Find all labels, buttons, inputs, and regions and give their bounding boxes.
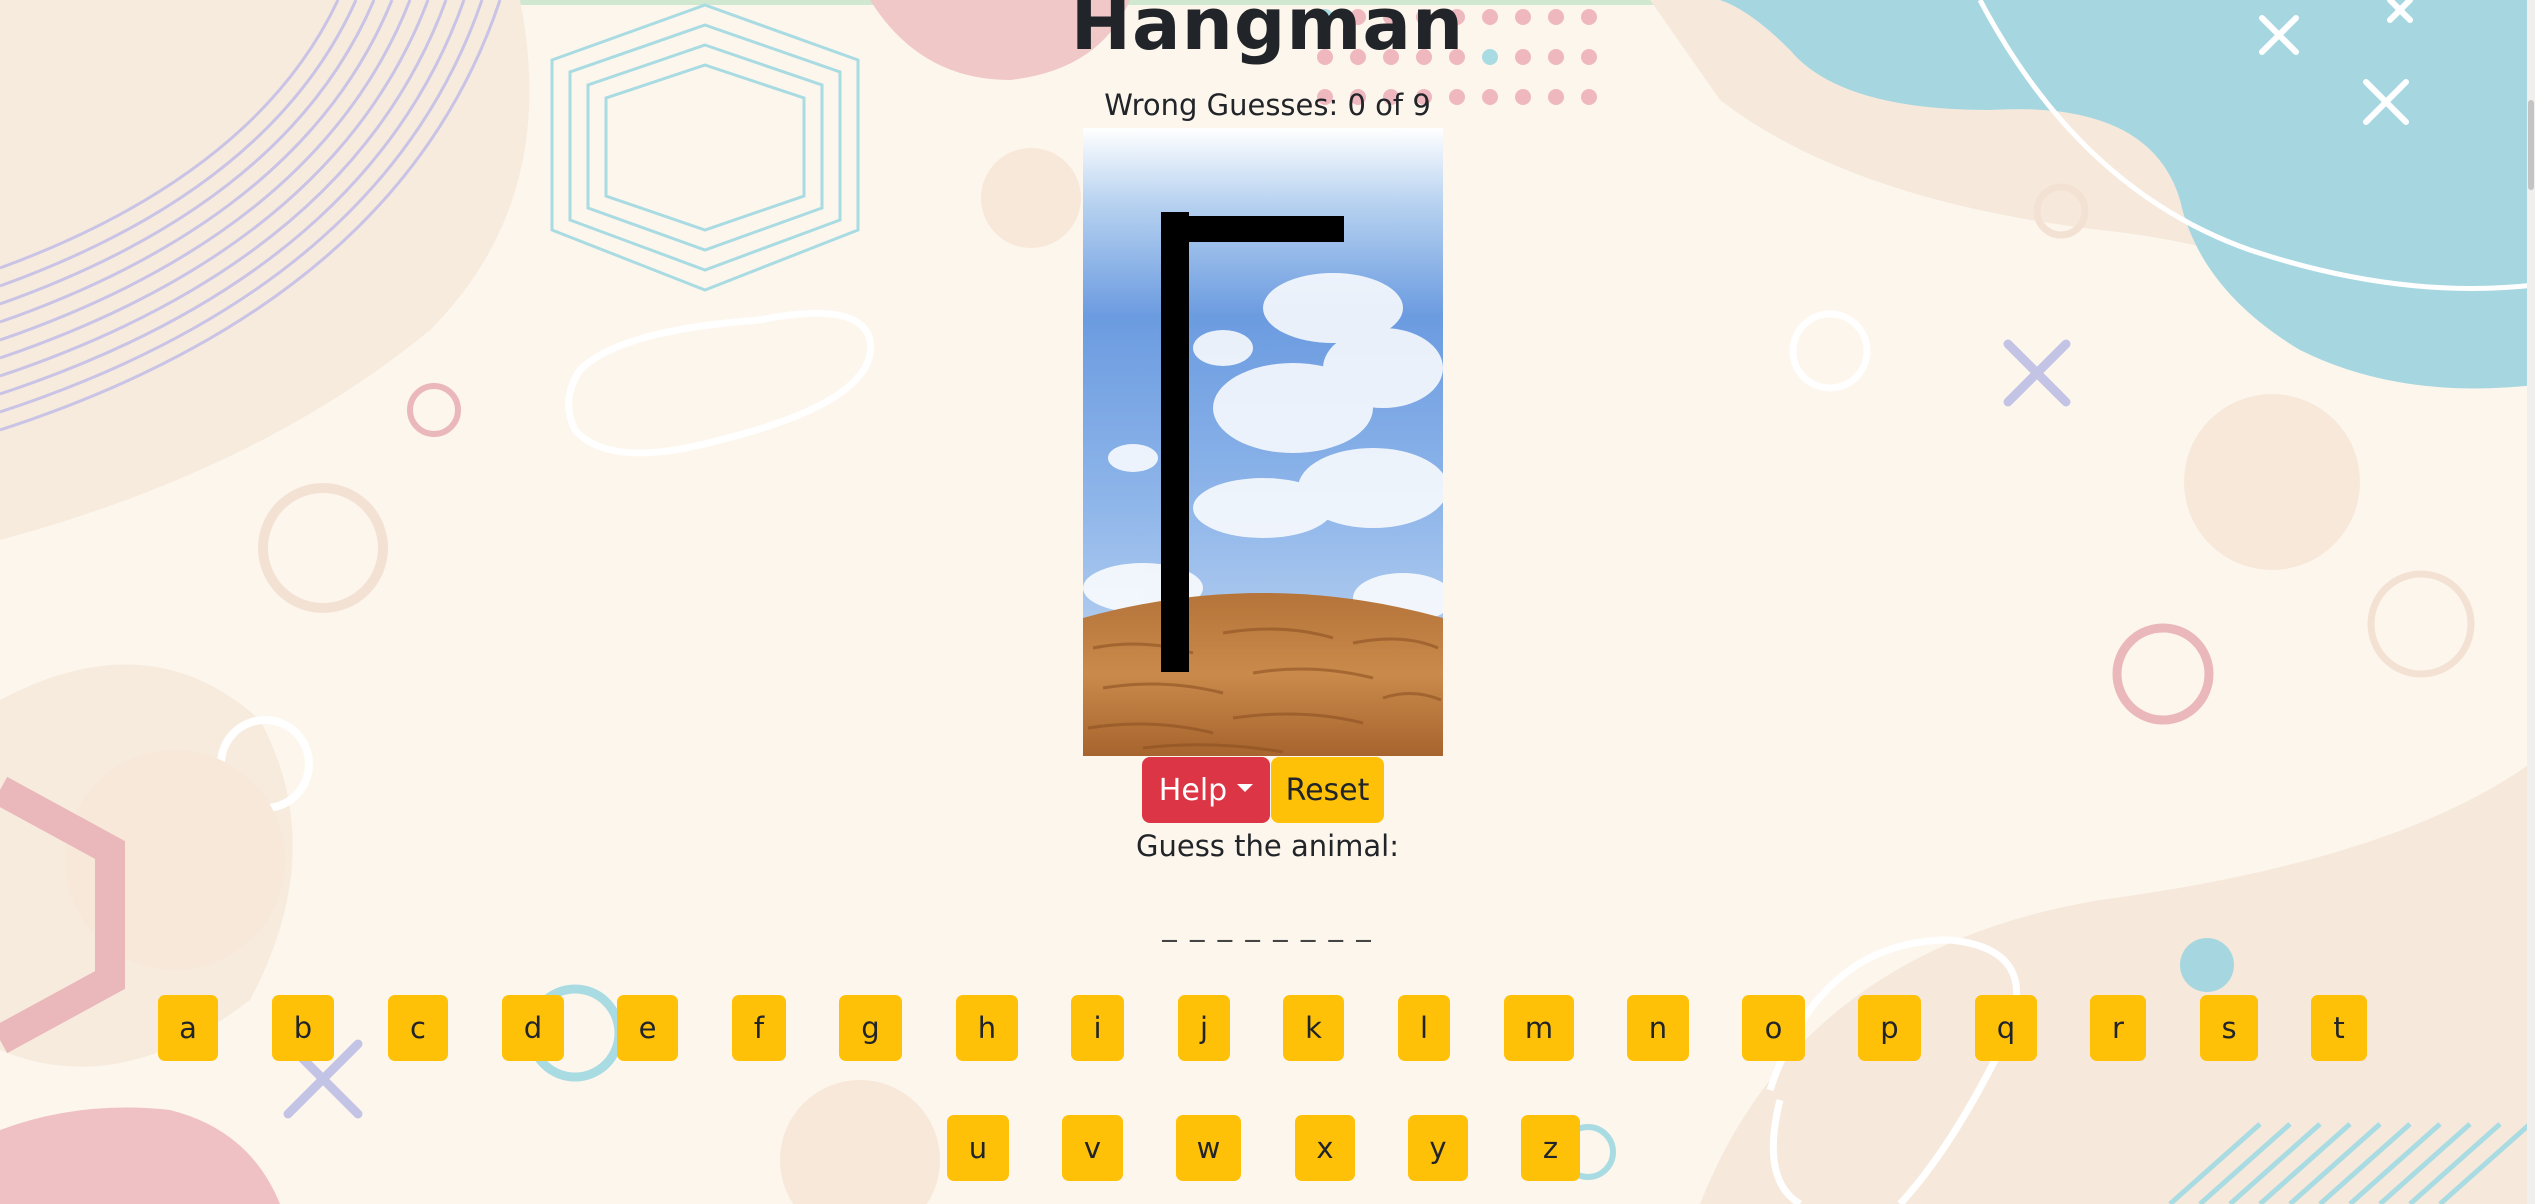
letter-key-w[interactable]: w (1176, 1115, 1241, 1181)
help-dropdown-button[interactable]: Help (1142, 757, 1270, 823)
letter-key-z[interactable]: z (1521, 1115, 1580, 1181)
letter-key-v[interactable]: v (1062, 1115, 1123, 1181)
wrong-guess-counter: Wrong Guesses: 0 of 9 (1104, 88, 1431, 122)
letter-key-t[interactable]: t (2311, 995, 2367, 1061)
letter-key-n[interactable]: n (1627, 995, 1689, 1061)
letter-key-f[interactable]: f (732, 995, 786, 1061)
letter-key-x[interactable]: x (1295, 1115, 1355, 1181)
letter-key-l[interactable]: l (1398, 995, 1450, 1061)
page-title: Hangman (1070, 0, 1465, 66)
letter-key-j[interactable]: j (1178, 995, 1230, 1061)
letter-key-g[interactable]: g (839, 995, 902, 1061)
letter-key-q[interactable]: q (1975, 995, 2037, 1061)
ground (1083, 593, 1443, 756)
letter-key-k[interactable]: k (1283, 995, 1344, 1061)
letter-key-h[interactable]: h (956, 995, 1018, 1061)
letter-key-u[interactable]: u (947, 1115, 1009, 1181)
help-button-label: Help (1158, 772, 1228, 808)
letter-key-r[interactable]: r (2090, 995, 2146, 1061)
reset-button[interactable]: Reset (1271, 757, 1384, 823)
word-blanks: _ _ _ _ _ _ _ _ (1162, 908, 1373, 942)
gallows-post (1161, 212, 1189, 672)
hangman-scene (1083, 128, 1443, 756)
letter-key-b[interactable]: b (272, 995, 334, 1061)
caret-down-icon (1237, 784, 1254, 792)
letter-key-c[interactable]: c (388, 995, 448, 1061)
category-prompt: Guess the animal: (1136, 829, 1399, 863)
gallows-beam (1161, 216, 1344, 242)
letter-key-d[interactable]: d (502, 995, 564, 1061)
letter-key-s[interactable]: s (2200, 995, 2258, 1061)
letter-key-e[interactable]: e (617, 995, 678, 1061)
letter-key-p[interactable]: p (1858, 995, 1921, 1061)
letter-key-o[interactable]: o (1742, 995, 1805, 1061)
letter-key-y[interactable]: y (1408, 1115, 1468, 1181)
letter-key-i[interactable]: i (1071, 995, 1124, 1061)
letter-key-m[interactable]: m (1504, 995, 1574, 1061)
letter-key-a[interactable]: a (158, 995, 218, 1061)
